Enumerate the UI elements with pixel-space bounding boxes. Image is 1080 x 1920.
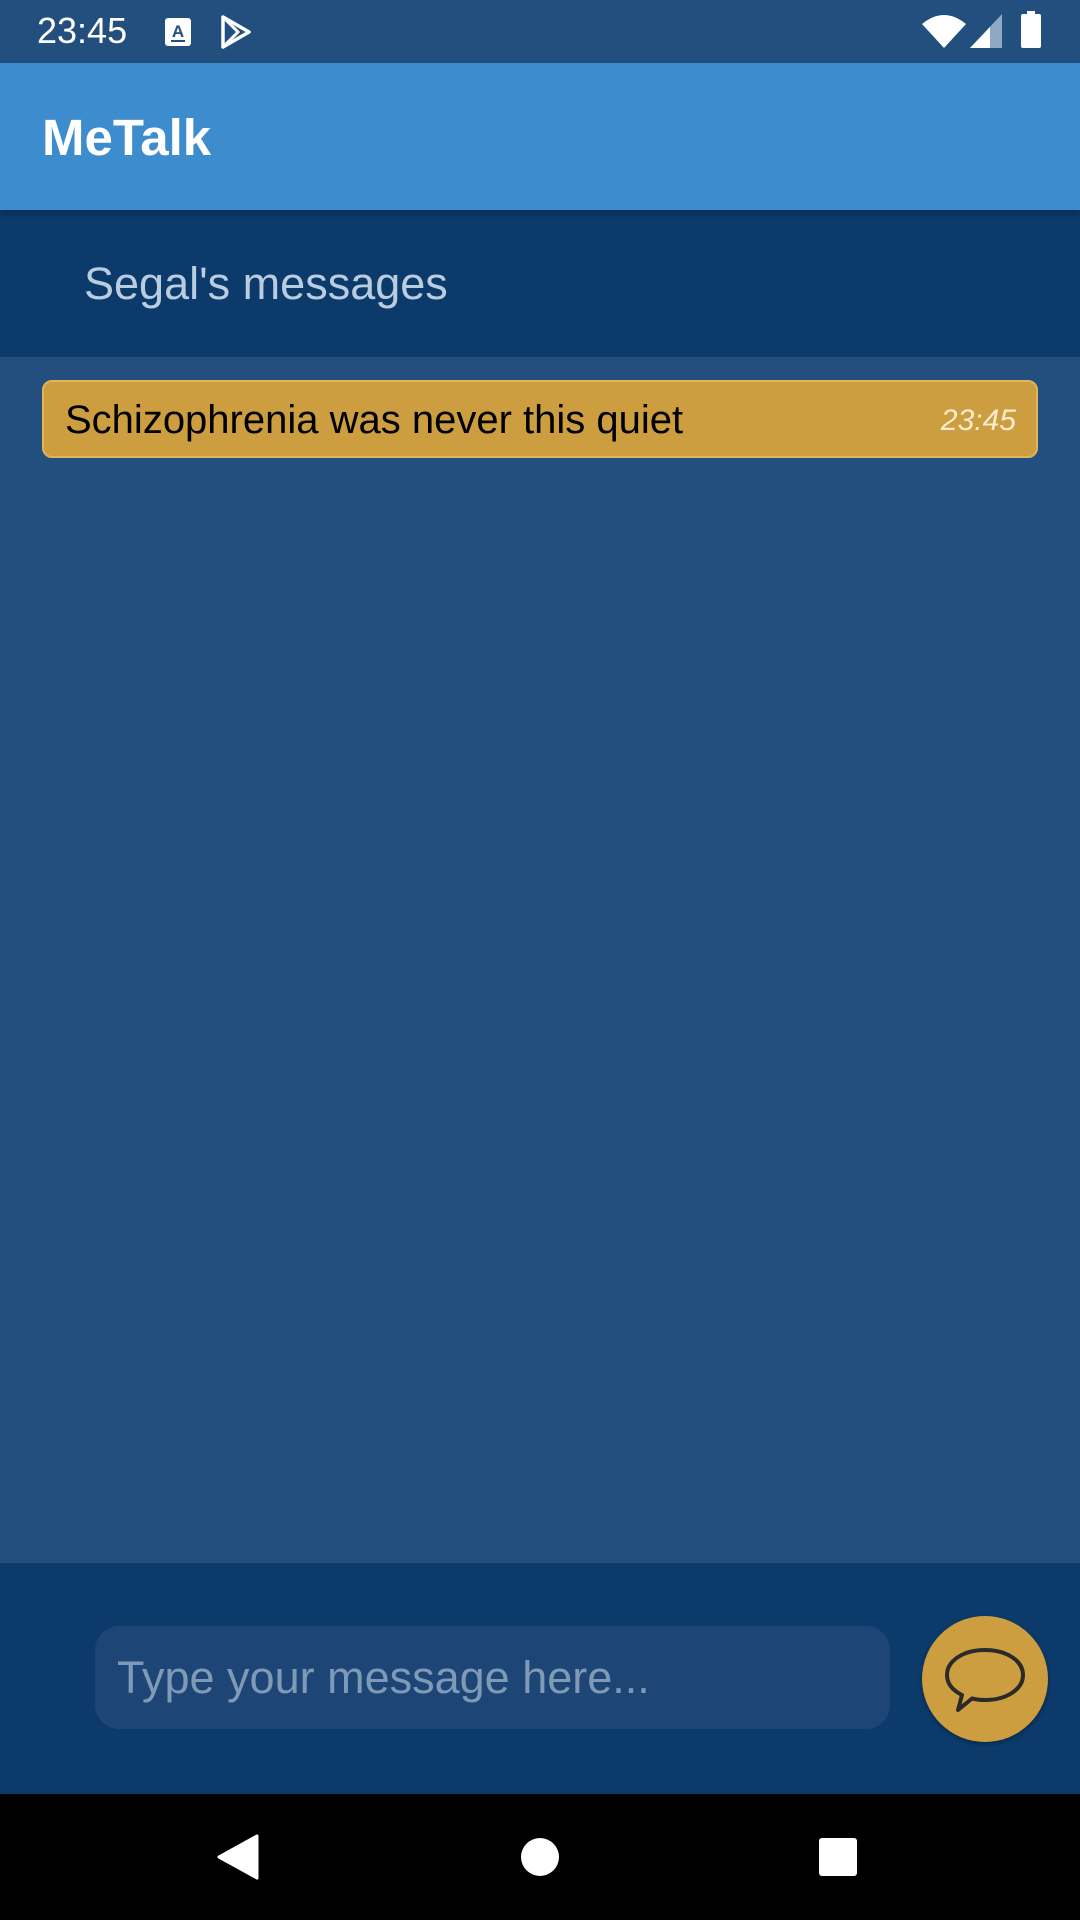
back-button[interactable] bbox=[158, 1794, 318, 1920]
send-button[interactable] bbox=[922, 1616, 1048, 1742]
svg-text:A: A bbox=[172, 22, 184, 41]
back-icon bbox=[217, 1834, 259, 1880]
recents-icon bbox=[819, 1838, 857, 1876]
conversation-header: Segal's messages bbox=[0, 210, 1080, 357]
recents-button[interactable] bbox=[758, 1794, 918, 1920]
play-store-icon bbox=[221, 15, 251, 49]
wifi-icon bbox=[922, 15, 966, 48]
screen: 23:45 A MeTalk Segal's messages Schizoph… bbox=[0, 0, 1080, 1920]
message-bubble[interactable]: Schizophrenia was never this quiet 23:45 bbox=[42, 380, 1038, 458]
composer bbox=[0, 1563, 1080, 1794]
accessibility-a-icon: A bbox=[165, 18, 191, 46]
conversation-title: Segal's messages bbox=[84, 258, 448, 309]
message-text: Schizophrenia was never this quiet bbox=[65, 398, 684, 442]
message-timestamp: 23:45 bbox=[940, 404, 1016, 437]
message-list[interactable]: Schizophrenia was never this quiet 23:45 bbox=[0, 357, 1080, 1563]
message-input[interactable] bbox=[95, 1626, 890, 1729]
chat-bubble-icon bbox=[945, 1648, 1025, 1712]
app-title: MeTalk bbox=[42, 109, 212, 166]
status-time: 23:45 bbox=[37, 10, 128, 51]
battery-icon bbox=[1021, 11, 1041, 48]
status-bar: 23:45 A bbox=[0, 0, 1080, 63]
app-bar: MeTalk bbox=[0, 63, 1080, 210]
home-icon bbox=[521, 1838, 559, 1876]
home-button[interactable] bbox=[460, 1794, 620, 1920]
cell-signal-icon bbox=[970, 14, 1002, 48]
navigation-bar bbox=[0, 1794, 1080, 1920]
